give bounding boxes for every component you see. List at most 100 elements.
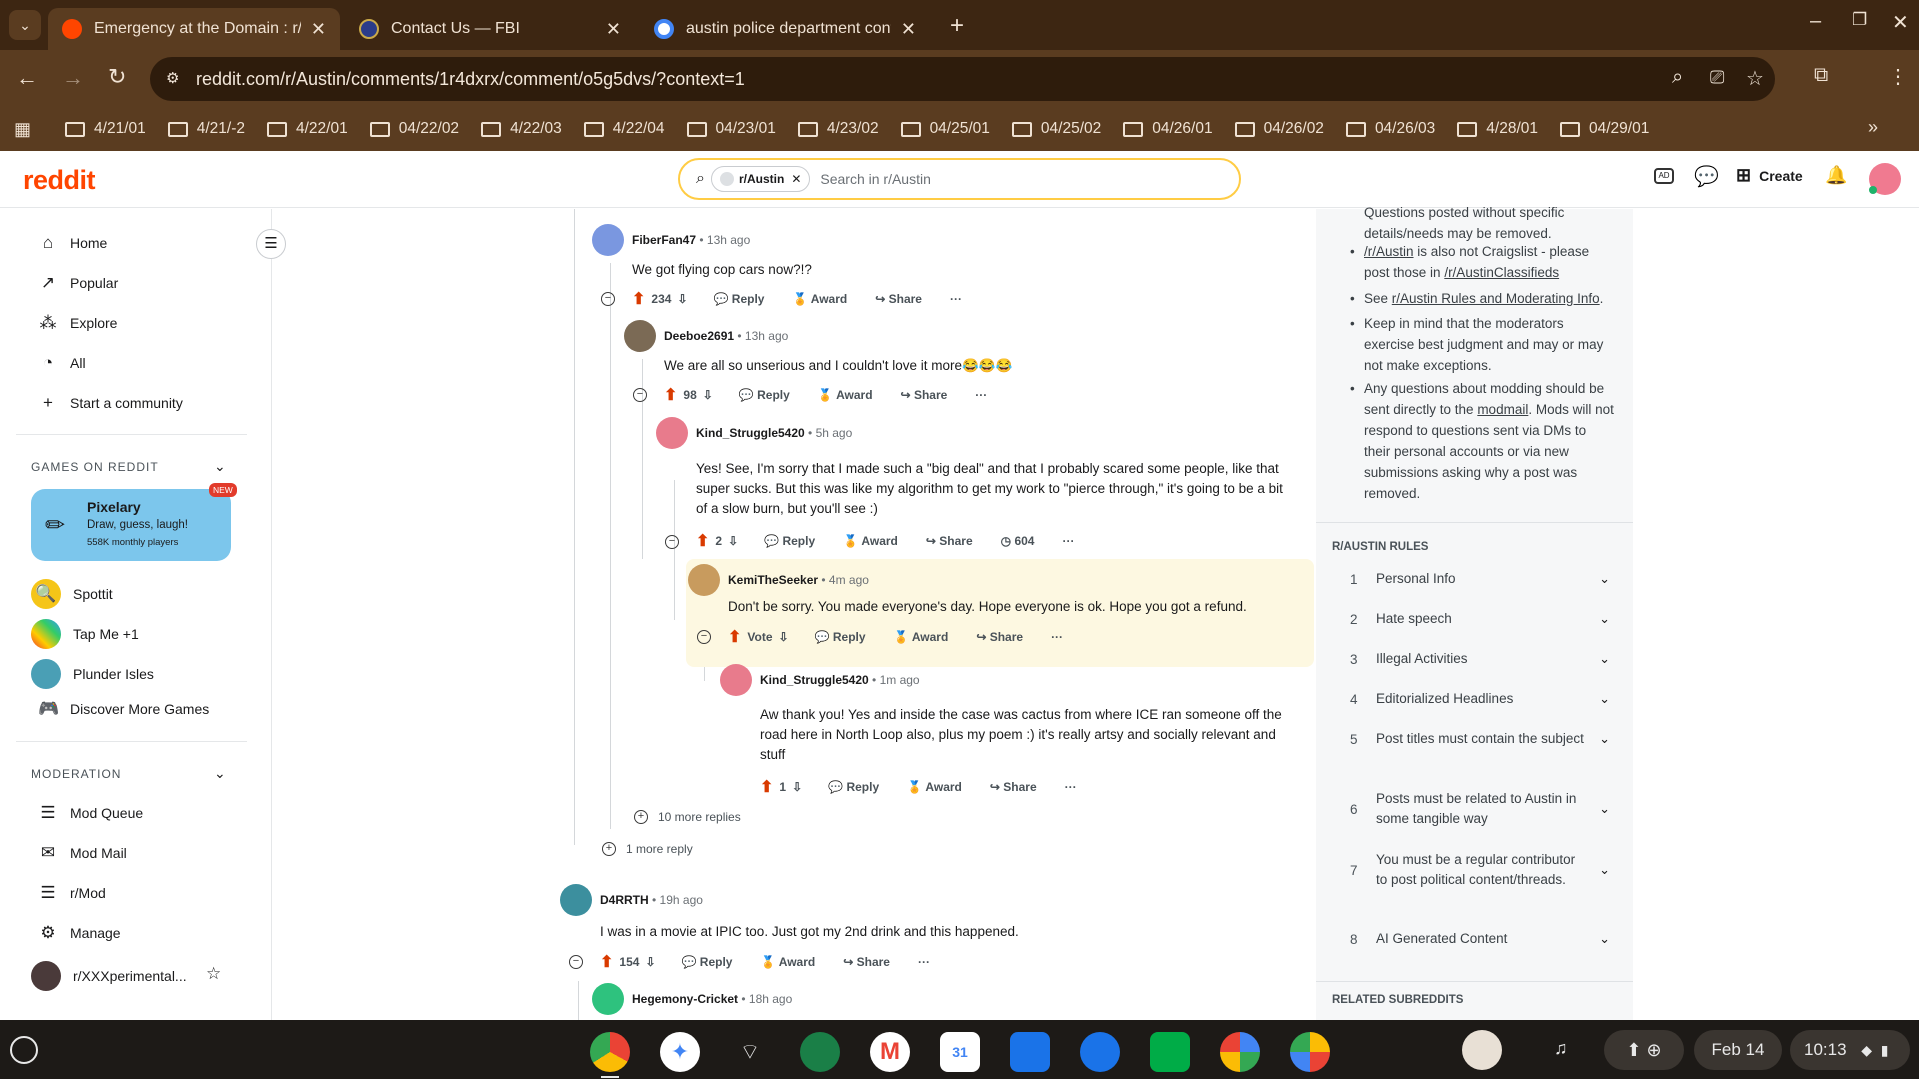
bookmark-folder[interactable]: 04/26/02 [1234, 120, 1324, 138]
chevron-down-icon[interactable]: ⌄ [214, 458, 226, 475]
photos-app-icon[interactable] [1290, 1032, 1330, 1072]
share-button[interactable]: ↪ Share [990, 780, 1037, 794]
username-link[interactable]: KemiTheSeeker [728, 573, 818, 587]
bookmark-folder[interactable]: 4/23/02 [797, 120, 879, 138]
tab-search-button[interactable]: ⌄ [9, 10, 41, 40]
user-avatar[interactable] [720, 664, 752, 696]
downvote-icon[interactable]: ⇩ [779, 630, 789, 644]
meet-app-icon[interactable] [1150, 1032, 1190, 1072]
award-button[interactable]: 🏅 Award [907, 780, 962, 794]
reply-button[interactable]: 💬 Reply [828, 780, 879, 794]
more-options-icon[interactable]: ··· [1062, 534, 1074, 548]
nav-community-xxxperimental[interactable]: r/XXXperimental... [31, 961, 187, 991]
reply-button[interactable]: 💬 Reply [815, 630, 866, 644]
bookmark-folder[interactable]: 04/25/01 [900, 120, 990, 138]
nav-r-mod[interactable]: ☰ r/Mod [38, 883, 105, 903]
user-avatar[interactable] [592, 224, 624, 256]
more-options-icon[interactable]: ··· [950, 292, 962, 306]
chat-icon[interactable]: 💬 [1694, 164, 1719, 189]
subreddit-filter-chip[interactable]: r/Austin ✕ [710, 166, 811, 192]
upvote-icon[interactable]: ⬆ [600, 952, 613, 972]
restore-icon[interactable]: ❐ [1852, 10, 1867, 30]
nav-popular[interactable]: ↗ Popular [38, 273, 118, 293]
gemini-app-icon[interactable]: ✦ [660, 1032, 700, 1072]
bookmark-folder[interactable]: 04/29/01 [1560, 120, 1649, 138]
upvote-icon[interactable]: ⬆ [728, 627, 741, 647]
nav-explore[interactable]: ⁂ Explore [38, 313, 118, 333]
award-button[interactable]: 🏅 Award [760, 955, 815, 969]
upvote-icon[interactable]: ⬆ [664, 385, 677, 405]
bookmark-folder[interactable]: 04/22/02 [369, 120, 459, 138]
install-app-icon[interactable]: ⎚ [1710, 67, 1724, 88]
reddit-logo[interactable]: reddit [23, 165, 96, 196]
bookmark-folder[interactable]: 4/22/01 [267, 120, 348, 138]
username-link[interactable]: FiberFan47 [632, 233, 696, 247]
nav-all[interactable]: ◔ All [38, 353, 86, 373]
more-bookmarks-icon[interactable]: » [1868, 117, 1878, 138]
bookmark-folder[interactable]: 4/21/-2 [167, 120, 245, 138]
reply-button[interactable]: 💬 Reply [739, 388, 790, 402]
share-button[interactable]: ↪ Share [926, 534, 973, 548]
launcher-icon[interactable] [10, 1036, 38, 1064]
user-avatar[interactable] [592, 983, 624, 1015]
rule-item[interactable]: 4 Editorialized Headlines ⌄ [1350, 689, 1610, 709]
forward-icon[interactable]: → [62, 65, 84, 91]
site-info-icon[interactable]: ⚙ [166, 69, 179, 87]
upvote-icon[interactable]: ⬆ [760, 777, 773, 797]
downvote-icon[interactable]: ⇩ [703, 388, 713, 402]
nav-start-community[interactable]: + Start a community [38, 393, 183, 413]
bookmark-folder[interactable]: 04/26/03 [1345, 120, 1435, 138]
collapse-thread-icon[interactable]: − [665, 535, 679, 549]
more-options-icon[interactable]: ··· [1065, 780, 1077, 794]
bookmark-folder[interactable]: 04/23/01 [686, 120, 776, 138]
remove-chip-icon[interactable]: ✕ [791, 172, 801, 186]
user-avatar[interactable] [560, 884, 592, 916]
chevron-down-icon[interactable]: ⌄ [214, 765, 226, 782]
rule-item[interactable]: 3 Illegal Activities ⌄ [1350, 649, 1610, 669]
minimize-icon[interactable]: – [1810, 10, 1821, 33]
bookmark-folder[interactable]: 04/25/02 [1011, 120, 1101, 138]
reload-icon[interactable]: ↻ [108, 64, 126, 90]
award-button[interactable]: 🏅 Award [792, 292, 847, 306]
reply-button[interactable]: 💬 Reply [682, 955, 733, 969]
game-plunder-isles[interactable]: Plunder Isles [31, 659, 154, 689]
messages-app-icon[interactable] [1080, 1032, 1120, 1072]
award-button[interactable]: 🏅 Award [818, 388, 873, 402]
rule-item[interactable]: 1 Personal Info ⌄ [1350, 569, 1610, 589]
subreddit-link[interactable]: /r/Austin [1364, 244, 1414, 259]
more-options-icon[interactable]: ··· [1051, 630, 1063, 644]
more-replies-link[interactable]: +1 more reply [602, 842, 693, 856]
workspace-app-icon[interactable] [800, 1032, 840, 1072]
holding-space-thumbnail[interactable] [1462, 1030, 1502, 1070]
rule-item[interactable]: 6 Posts must be related to Austin in some… [1350, 789, 1610, 829]
rule-item[interactable]: 8 AI Generated Content ⌄ [1350, 929, 1610, 949]
bookmark-folder[interactable]: 4/22/04 [583, 120, 665, 138]
date-pill[interactable]: Feb 14 [1694, 1030, 1782, 1070]
username-link[interactable]: Kind_Struggle5420 [760, 673, 869, 687]
create-button[interactable]: ⊞ Create [1736, 165, 1803, 186]
search-bar[interactable]: ⌕ r/Austin ✕ Search in r/Austin [678, 158, 1241, 200]
back-icon[interactable]: ← [16, 65, 38, 91]
close-tab-icon[interactable]: ✕ [311, 19, 326, 40]
bookmark-folder[interactable]: 04/26/01 [1123, 120, 1213, 138]
downvote-icon[interactable]: ⇩ [792, 780, 802, 794]
bookmark-star-icon[interactable]: ☆ [1746, 66, 1764, 91]
share-button[interactable]: ↪ Share [901, 388, 948, 402]
username-link[interactable]: D4RRTH [600, 893, 649, 907]
reply-button[interactable]: 💬 Reply [714, 292, 765, 306]
more-replies-link[interactable]: +10 more replies [634, 810, 741, 824]
address-bar[interactable]: ⚙ reddit.com/r/Austin/comments/1r4dxrx/c… [150, 57, 1775, 101]
nav-home[interactable]: ⌂ Home [38, 233, 108, 253]
discover-games[interactable]: 🎮 Discover More Games [38, 699, 209, 719]
tab-reddit[interactable]: Emergency at the Domain : r/Au ✕ [48, 8, 340, 50]
share-button[interactable]: ↪ Share [843, 955, 890, 969]
nav-mod-mail[interactable]: ✉ Mod Mail [38, 843, 127, 863]
media-controls-icon[interactable]: ♫ [1554, 1038, 1568, 1059]
play-store-app-icon[interactable] [1220, 1032, 1260, 1072]
more-options-icon[interactable]: ··· [975, 388, 987, 402]
nav-mod-queue[interactable]: ☰ Mod Queue [38, 803, 143, 823]
reply-button[interactable]: 💬 Reply [764, 534, 815, 548]
downvote-icon[interactable]: ⇩ [728, 534, 738, 548]
chrome-app-icon[interactable] [590, 1032, 630, 1072]
user-avatar[interactable] [656, 417, 688, 449]
